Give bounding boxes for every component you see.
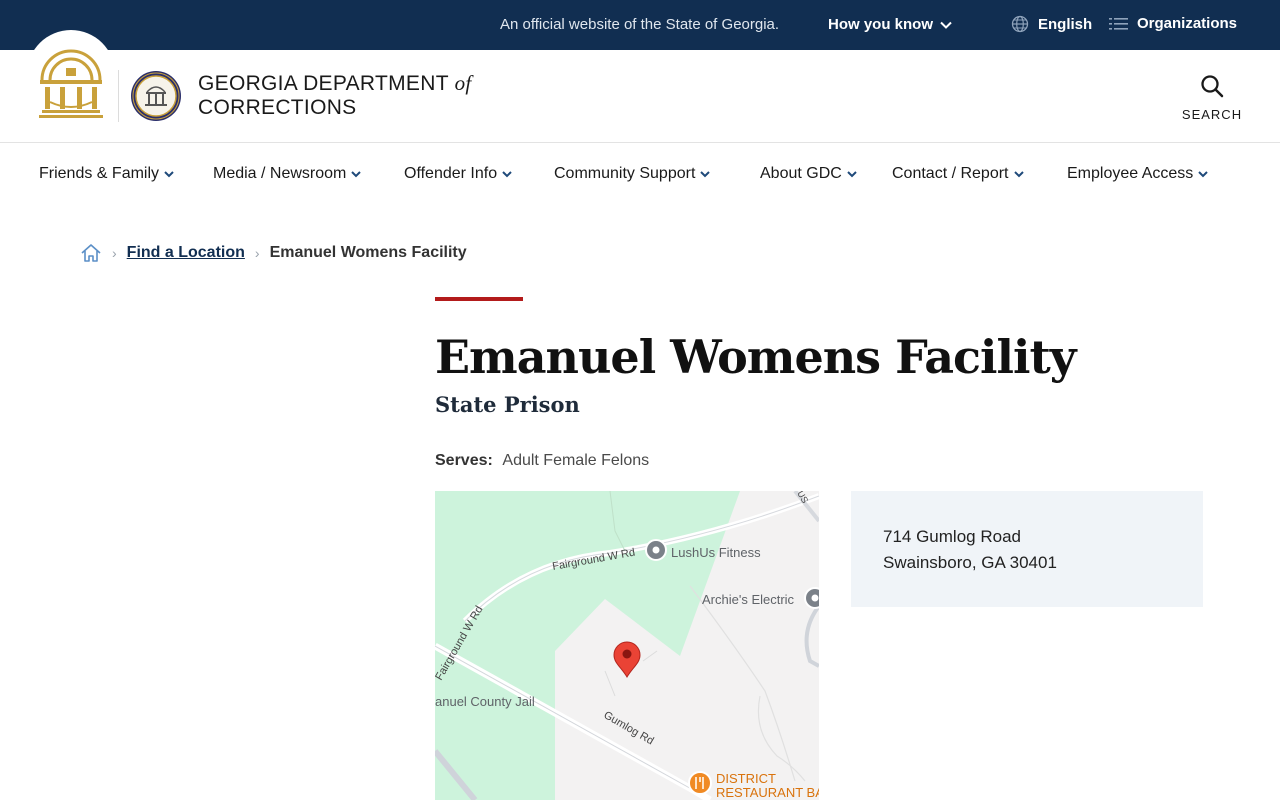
organizations-menu[interactable]: Organizations [1109, 15, 1237, 32]
chevron-right-icon: › [112, 245, 117, 261]
chevron-down-icon [940, 21, 952, 29]
address-line-1: 714 Gumlog Road [883, 527, 1021, 546]
serves-info: Serves: Adult Female Felons [435, 452, 649, 470]
map-label-county-jail: anuel County Jail [435, 694, 535, 709]
how-you-know-toggle[interactable]: How you know [828, 16, 953, 33]
poi-pin-icon[interactable] [804, 587, 819, 609]
georgia-state-seal-icon[interactable] [36, 40, 106, 120]
brand-of: of [454, 71, 472, 95]
nav-label: Friends & Family [39, 165, 160, 182]
language-selector[interactable]: English [1011, 15, 1092, 33]
chevron-down-icon [502, 171, 512, 178]
nav-label: Contact / Report [892, 165, 1009, 182]
search-label: SEARCH [1181, 107, 1243, 122]
facility-type: State Prison [435, 392, 580, 417]
brand-line-2: CORRECTIONS [198, 96, 357, 119]
map-canvas[interactable]: Fairground W Rd Fairground W Rd LushUs F… [435, 491, 819, 800]
title-accent-bar [435, 297, 523, 301]
language-label: English [1038, 15, 1093, 33]
location-map[interactable]: Fairground W Rd Fairground W Rd LushUs F… [435, 491, 819, 800]
official-banner: An official website of the State of Geor… [0, 0, 1280, 50]
chevron-down-icon [1013, 171, 1024, 178]
list-icon [1109, 17, 1128, 30]
nav-label: Employee Access [1067, 165, 1194, 182]
nav-contact-report[interactable]: Contact / Report [892, 165, 1024, 183]
nav-community-support[interactable]: Community Support [554, 165, 711, 183]
how-you-know-label: How you know [828, 16, 933, 33]
search-button[interactable]: SEARCH [1180, 74, 1244, 122]
poi-pin-icon[interactable] [645, 539, 667, 561]
header-divider [118, 70, 119, 122]
globe-icon [1011, 15, 1029, 33]
chevron-right-icon: › [254, 245, 260, 261]
nav-label: About GDC [760, 165, 842, 182]
chevron-down-icon [164, 171, 174, 178]
map-label-archies: Archie's Electric [702, 592, 795, 607]
address-card: 714 Gumlog Road Swainsboro, GA 30401 [851, 491, 1203, 607]
nav-label: Media / Newsroom [213, 165, 347, 182]
chevron-down-icon [1198, 171, 1208, 178]
main-nav: Friends & Family Media / Newsroom Offend… [0, 143, 1280, 203]
nav-about-gdc[interactable]: About GDC [760, 165, 857, 183]
agency-name[interactable]: GEORGIA DEPARTMENT of CORRECTIONS [198, 71, 472, 120]
serves-label: Serves: [435, 452, 493, 469]
search-icon [1201, 75, 1224, 98]
page-title: Emanuel Womens Facility [435, 330, 1076, 384]
nav-employee-access[interactable]: Employee Access [1067, 165, 1208, 183]
nav-label: Community Support [554, 165, 696, 182]
organizations-label: Organizations [1137, 15, 1238, 32]
chevron-down-icon [351, 171, 362, 178]
map-label-district-1: DISTRICT [716, 771, 776, 786]
breadcrumb: › Find a Location › Emanuel Womens Facil… [80, 240, 467, 266]
chevron-down-icon [847, 171, 857, 178]
nav-friends-family[interactable]: Friends & Family [39, 165, 174, 183]
site-header: GEORGIA DEPARTMENT of CORRECTIONS SEARCH [0, 30, 1280, 143]
restaurant-pin-icon[interactable] [688, 771, 712, 795]
breadcrumb-find-location-link[interactable]: Find a Location [127, 244, 245, 262]
map-label-lushus: LushUs Fitness [671, 545, 761, 560]
breadcrumb-current: Emanuel Womens Facility [269, 244, 467, 261]
brand-line-1: GEORGIA DEPARTMENT [198, 72, 449, 95]
address-line-2: Swainsboro, GA 30401 [883, 553, 1057, 572]
map-label-district-2: RESTAURANT BA [716, 785, 819, 800]
chevron-down-icon [700, 171, 711, 178]
official-site-text: An official website of the State of Geor… [500, 16, 780, 33]
home-icon[interactable] [80, 242, 102, 264]
nav-media-newsroom[interactable]: Media / Newsroom [213, 165, 362, 183]
nav-offender-info[interactable]: Offender Info [404, 165, 512, 183]
gdc-seal-icon[interactable] [130, 70, 182, 122]
serves-value: Adult Female Felons [502, 452, 650, 469]
nav-label: Offender Info [404, 165, 498, 182]
